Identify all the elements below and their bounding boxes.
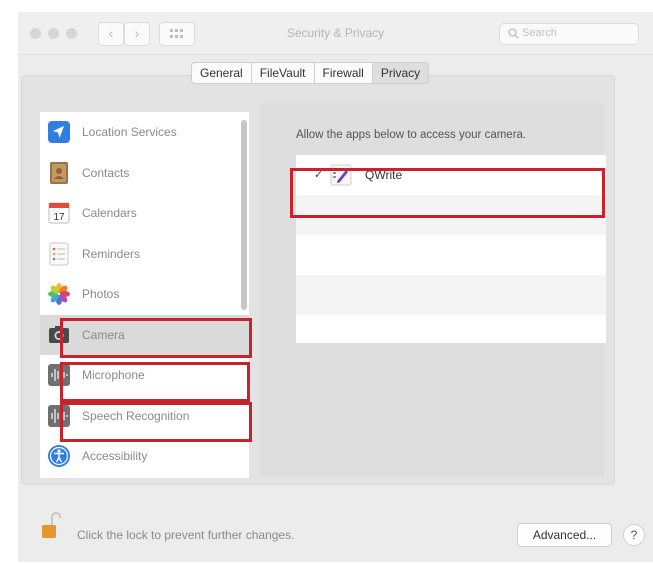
contacts-book-icon bbox=[50, 161, 68, 184]
list-row-empty bbox=[296, 315, 606, 343]
location-arrow-icon bbox=[48, 121, 70, 143]
lock-status-text: Click the lock to prevent further change… bbox=[77, 528, 295, 542]
calendar-icon: 17 bbox=[48, 202, 70, 224]
sidebar-item-label: Photos bbox=[82, 287, 120, 301]
photos-flower-icon bbox=[48, 283, 70, 305]
reminders-list-icon bbox=[49, 242, 69, 265]
lock-button[interactable] bbox=[39, 511, 61, 541]
help-button[interactable]: ? bbox=[623, 524, 645, 546]
svg-text:17: 17 bbox=[53, 212, 65, 223]
tab-general[interactable]: General bbox=[191, 62, 251, 84]
camera-access-description: Allow the apps below to access your came… bbox=[296, 129, 527, 141]
search-input[interactable]: Search bbox=[499, 23, 639, 45]
sidebar-item-calendars[interactable]: 17 Calendars bbox=[40, 193, 249, 234]
highlight-microphone-item bbox=[60, 362, 250, 402]
sidebar-item-label: Reminders bbox=[82, 246, 141, 261]
sidebar-scrollbar[interactable] bbox=[241, 120, 247, 310]
sidebar-item-label: Calendars bbox=[82, 206, 137, 220]
search-icon bbox=[508, 28, 519, 39]
sidebar-item-label: Location Services bbox=[82, 125, 177, 139]
title-bar: ‹ › Security & Privacy Search bbox=[18, 12, 653, 55]
sidebar-item-contacts[interactable]: Contacts bbox=[40, 153, 249, 194]
sidebar-item-photos[interactable]: Photos bbox=[40, 274, 249, 315]
search-placeholder: Search bbox=[522, 27, 557, 39]
tab-privacy[interactable]: Privacy bbox=[371, 62, 430, 84]
sidebar-item-label: Accessibility bbox=[82, 449, 148, 463]
highlight-speech-recognition-item bbox=[60, 402, 252, 442]
highlight-camera-item bbox=[60, 318, 252, 358]
sidebar-item-location-services[interactable]: Location Services bbox=[40, 112, 249, 153]
list-row-empty bbox=[296, 275, 606, 315]
sidebar-item-label: Contacts bbox=[82, 165, 130, 180]
tab-firewall[interactable]: Firewall bbox=[313, 62, 372, 84]
lock-open-icon bbox=[42, 511, 61, 538]
tab-filevault[interactable]: FileVault bbox=[250, 62, 314, 84]
tab-bar: General FileVault Firewall Privacy bbox=[191, 62, 430, 84]
list-row-empty bbox=[296, 235, 606, 275]
highlight-qwrite-row bbox=[290, 168, 605, 218]
camera-access-panel: Allow the apps below to access your came… bbox=[260, 103, 606, 476]
sidebar-item-accessibility[interactable]: Accessibility bbox=[40, 436, 249, 477]
advanced-button[interactable]: Advanced... bbox=[517, 523, 612, 547]
accessibility-icon bbox=[48, 445, 70, 467]
sidebar-item-reminders[interactable]: Reminders bbox=[40, 234, 249, 275]
